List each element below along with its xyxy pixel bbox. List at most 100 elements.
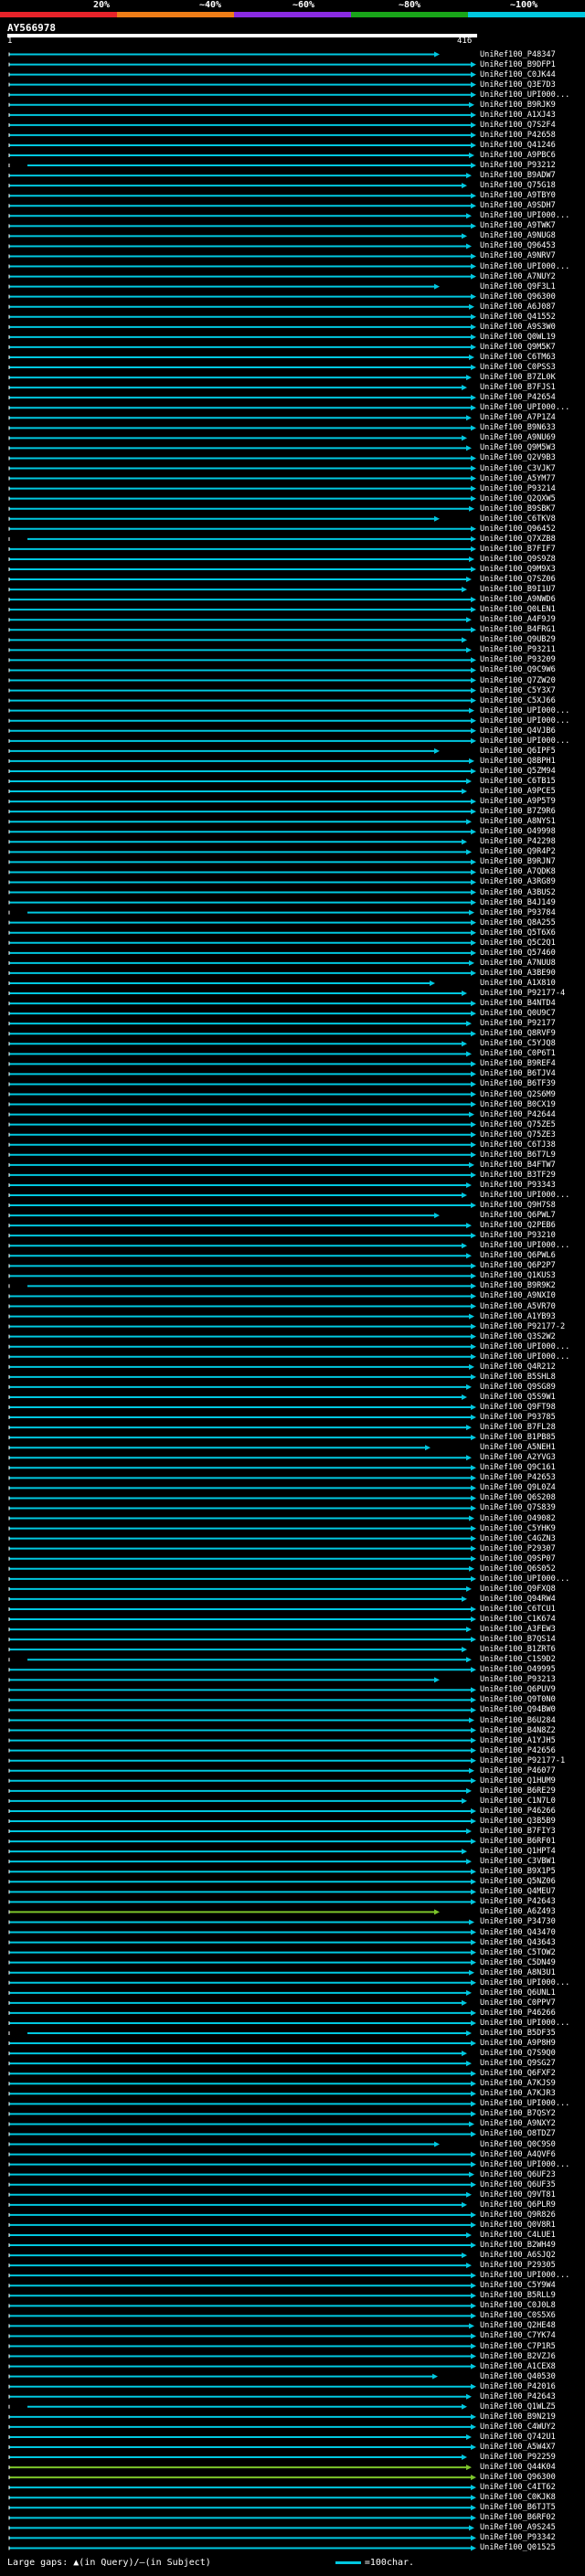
hit-label[interactable]: UniRef100_C6TCU1	[480, 1605, 582, 1614]
hit-label[interactable]: UniRef100_Q6UF23	[480, 2170, 582, 2179]
hit-label[interactable]: UniRef100_B3TF29	[480, 1171, 582, 1180]
hit-label[interactable]: UniRef100_C5Y9W4	[480, 2281, 582, 2290]
hit-label[interactable]: UniRef100_C6TJ38	[480, 1140, 582, 1150]
hit-label[interactable]: UniRef100_B6RF01	[480, 1837, 582, 1846]
hit-label[interactable]: UniRef100_Q96300	[480, 292, 582, 302]
hit-label[interactable]: UniRef100_B9N219	[480, 2412, 582, 2422]
hit-label[interactable]: UniRef100_Q9S9Z8	[480, 555, 582, 564]
hit-label[interactable]: UniRef100_Q9F3L1	[480, 282, 582, 292]
hit-label[interactable]: UniRef100_B0CX19	[480, 1100, 582, 1109]
hit-label[interactable]: UniRef100_Q9SP07	[480, 1554, 582, 1564]
hit-label[interactable]: UniRef100_A3FEW3	[480, 1625, 582, 1634]
hit-label[interactable]: UniRef100_A9NRV7	[480, 251, 582, 260]
hit-label[interactable]: UniRef100_A6J087	[480, 302, 582, 312]
hit-label[interactable]: UniRef100_P42644	[480, 1110, 582, 1119]
hit-label[interactable]: UniRef100_B9X1P5	[480, 1867, 582, 1876]
hit-label[interactable]: UniRef100_B9R9K2	[480, 1281, 582, 1290]
hit-label[interactable]: UniRef100_Q40530	[480, 2372, 582, 2381]
hit-label[interactable]: UniRef100_Q9M5W3	[480, 443, 582, 452]
hit-label[interactable]: UniRef100_Q1HPT4	[480, 1847, 582, 1856]
hit-label[interactable]: UniRef100_C7P1R5	[480, 2342, 582, 2351]
hit-label[interactable]: UniRef100_B5DF35	[480, 2029, 582, 2038]
hit-label[interactable]: UniRef100_Q2HE48	[480, 2321, 582, 2330]
hit-label[interactable]: UniRef100_A3BUS2	[480, 888, 582, 897]
hit-label[interactable]: UniRef100_C3VBW1	[480, 1857, 582, 1866]
hit-label[interactable]: UniRef100_Q1WLZ5	[480, 2402, 582, 2412]
hit-label[interactable]: UniRef100_B7ZL0K	[480, 373, 582, 382]
hit-label[interactable]: UniRef100_Q43643	[480, 1938, 582, 1947]
hit-label[interactable]: UniRef100_B9RJK9	[480, 101, 582, 110]
hit-label[interactable]: UniRef100_Q742U1	[480, 2433, 582, 2442]
hit-label[interactable]: UniRef100_B6RF02	[480, 2513, 582, 2522]
hit-label[interactable]: UniRef100_C0KJK8	[480, 2493, 582, 2502]
hit-label[interactable]: UniRef100_Q9M5K7	[480, 343, 582, 352]
hit-label[interactable]: UniRef100_A9S3W0	[480, 323, 582, 332]
hit-label[interactable]: UniRef100_P42653	[480, 1473, 582, 1482]
hit-label[interactable]: UniRef100_Q2QXW5	[480, 494, 582, 504]
hit-label[interactable]: UniRef100_A4QVF6	[480, 2150, 582, 2159]
hit-label[interactable]: UniRef100_P93210	[480, 1231, 582, 1240]
hit-label[interactable]: UniRef100_Q1HUM9	[480, 1776, 582, 1786]
hit-label[interactable]: UniRef100_Q4R212	[480, 1362, 582, 1372]
hit-label[interactable]: UniRef100_Q9R826	[480, 2210, 582, 2220]
hit-label[interactable]: UniRef100_P92177-1	[480, 1756, 582, 1765]
hit-label[interactable]: UniRef100_P93209	[480, 655, 582, 664]
hit-label[interactable]: UniRef100_Q94RW4	[480, 1595, 582, 1604]
hit-label[interactable]: UniRef100_Q8BPH1	[480, 757, 582, 766]
hit-label[interactable]: UniRef100_Q41552	[480, 313, 582, 322]
hit-label[interactable]: UniRef100_C5DN49	[480, 1958, 582, 1967]
hit-label[interactable]: UniRef100_UPI000...	[480, 2019, 582, 2028]
hit-label[interactable]: UniRef100_A5NEH1	[480, 1443, 582, 1452]
hit-label[interactable]: UniRef100_Q7S9Q0	[480, 2049, 582, 2058]
hit-label[interactable]: UniRef100_A1YJH5	[480, 1736, 582, 1745]
hit-label[interactable]: UniRef100_B4NTD4	[480, 999, 582, 1008]
hit-label[interactable]: UniRef100_B5RLL9	[480, 2291, 582, 2300]
hit-label[interactable]: UniRef100_B4FTW7	[480, 1161, 582, 1170]
hit-label[interactable]: UniRef100_Q4VJB6	[480, 726, 582, 736]
hit-label[interactable]: UniRef100_B9ADW7	[480, 171, 582, 180]
hit-label[interactable]: UniRef100_C4WUY2	[480, 2422, 582, 2432]
hit-label[interactable]: UniRef100_Q6PWL7	[480, 1211, 582, 1220]
hit-label[interactable]: UniRef100_B1PB85	[480, 1433, 582, 1442]
hit-label[interactable]: UniRef100_UPI000...	[480, 706, 582, 716]
hit-label[interactable]: UniRef100_P42658	[480, 131, 582, 140]
hit-label[interactable]: UniRef100_Q96453	[480, 241, 582, 250]
hit-label[interactable]: UniRef100_UPI000...	[480, 1978, 582, 1988]
hit-label[interactable]: UniRef100_Q5S9W1	[480, 1393, 582, 1402]
hit-label[interactable]: UniRef100_A1CEX8	[480, 2362, 582, 2371]
hit-label[interactable]: UniRef100_A2YVG3	[480, 1453, 582, 1462]
hit-label[interactable]: UniRef100_UPI000...	[480, 737, 582, 746]
hit-label[interactable]: UniRef100_P92177	[480, 1019, 582, 1028]
hit-label[interactable]: UniRef100_P42656	[480, 1746, 582, 1755]
hit-label[interactable]: UniRef100_Q5ZM94	[480, 767, 582, 776]
hit-label[interactable]: UniRef100_Q9FXQ8	[480, 1585, 582, 1594]
hit-label[interactable]: UniRef100_Q7ZW20	[480, 676, 582, 685]
hit-label[interactable]: UniRef100_Q75G18	[480, 181, 582, 190]
hit-label[interactable]: UniRef100_P29305	[480, 2261, 582, 2270]
hit-label[interactable]: UniRef100_Q6UNL1	[480, 1988, 582, 1998]
hit-label[interactable]: UniRef100_A9NUG8	[480, 231, 582, 240]
hit-label[interactable]: UniRef100_B9DFP1	[480, 60, 582, 69]
hit-label[interactable]: UniRef100_C0JK44	[480, 70, 582, 80]
hit-label[interactable]: UniRef100_Q7S839	[480, 1503, 582, 1512]
hit-label[interactable]: UniRef100_C7YK74	[480, 2331, 582, 2340]
hit-label[interactable]: UniRef100_Q43470	[480, 1928, 582, 1937]
hit-label[interactable]: UniRef100_B2VZJ6	[480, 2352, 582, 2361]
hit-label[interactable]: UniRef100_A9TBY0	[480, 191, 582, 200]
hit-label[interactable]: UniRef100_P92177-2	[480, 1322, 582, 1331]
hit-label[interactable]: UniRef100_O49998	[480, 827, 582, 836]
hit-label[interactable]: UniRef100_B9RJN7	[480, 857, 582, 866]
hit-label[interactable]: UniRef100_A9NWD6	[480, 595, 582, 604]
hit-label[interactable]: UniRef100_Q44K04	[480, 2463, 582, 2472]
hit-label[interactable]: UniRef100_UPI000...	[480, 403, 582, 412]
hit-label[interactable]: UniRef100_B6T7L9	[480, 1150, 582, 1160]
hit-label[interactable]: UniRef100_C3VJK7	[480, 464, 582, 473]
hit-label[interactable]: UniRef100_Q6UF35	[480, 2180, 582, 2189]
hit-label[interactable]: UniRef100_Q6PUV9	[480, 1685, 582, 1694]
hit-label[interactable]: UniRef100_P34730	[480, 1917, 582, 1926]
hit-label[interactable]: UniRef100_A9SDH7	[480, 201, 582, 210]
hit-label[interactable]: UniRef100_Q57460	[480, 949, 582, 958]
hit-label[interactable]: UniRef100_Q75ZE3	[480, 1130, 582, 1140]
hit-label[interactable]: UniRef100_UPI000...	[480, 2271, 582, 2280]
hit-label[interactable]: UniRef100_B4N8Z2	[480, 1726, 582, 1735]
